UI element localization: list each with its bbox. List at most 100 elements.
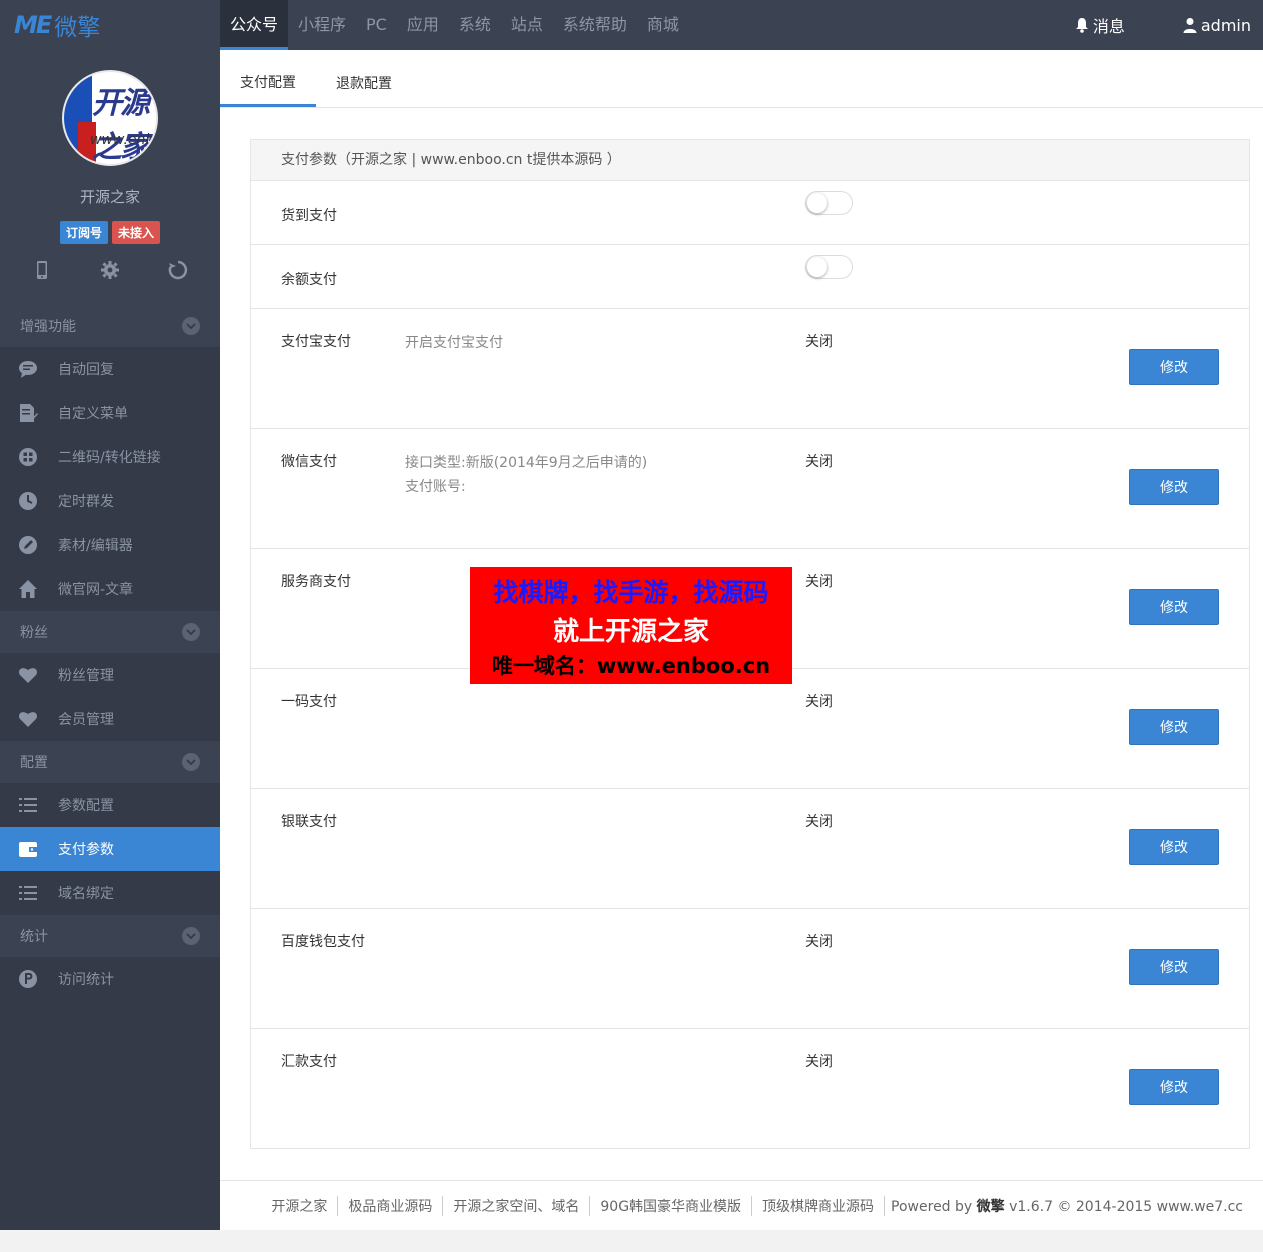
menu-group-title: 配置: [20, 755, 48, 771]
sidebar-item-qrcode[interactable]: 二维码/转化链接: [0, 435, 220, 479]
payment-desc: 开启支付宝支付: [405, 331, 503, 355]
badge-account-type: 订阅号: [59, 221, 108, 244]
chevron-down-icon: [182, 623, 200, 641]
chevron-down-icon: [182, 927, 200, 945]
menu-group-stats[interactable]: 统计: [0, 915, 220, 957]
sidebar-item-materials[interactable]: 素材/编辑器: [0, 523, 220, 567]
balance-toggle[interactable]: [805, 255, 853, 279]
payment-row-balance: 余额支付: [251, 245, 1249, 309]
footer-link[interactable]: 极品商业源码: [338, 1195, 444, 1216]
sidebar-item-label: 素材/编辑器: [58, 538, 133, 554]
menu-group-config[interactable]: 配置: [0, 741, 220, 783]
payment-row-alipay: 支付宝支付 开启支付宝支付 关闭 修改: [251, 309, 1249, 429]
avatar-text: 开源之家: [92, 86, 150, 165]
payment-row-unionpay: 银联支付 关闭 修改: [251, 789, 1249, 909]
user-icon: [1183, 18, 1197, 33]
tab-payment-config[interactable]: 支付配置: [220, 49, 316, 107]
logo-text: 微擎: [54, 15, 101, 41]
sidebar-item-member-manage[interactable]: 会员管理: [0, 697, 220, 741]
ad-banner[interactable]: 找棋牌，找手游，找源码 就上开源之家 唯一域名：www.enboo.cn: [470, 567, 792, 684]
edit-onecode-button[interactable]: 修改: [1129, 709, 1219, 745]
nav-help[interactable]: 系统帮助: [553, 0, 637, 50]
menu-group-title: 增强功能: [20, 319, 76, 335]
payment-row-wechat: 微信支付 接口类型:新版(2014年9月之后申请的) 支付账号: 关闭 修改: [251, 429, 1249, 549]
edit-doc-icon: [20, 404, 38, 422]
menu-group-enhance[interactable]: 增强功能: [0, 305, 220, 347]
messages-link[interactable]: 消息: [1075, 13, 1125, 37]
stats-icon: [19, 970, 37, 988]
sidebar-item-visit-stats[interactable]: 访问统计: [0, 957, 220, 1001]
sidebar-item-microsite[interactable]: 微官网-文章: [0, 567, 220, 611]
nav-apps[interactable]: 应用: [397, 0, 449, 50]
chevron-down-icon: [182, 753, 200, 771]
payment-label: 货到支付: [281, 208, 337, 224]
payment-status: 关闭: [805, 694, 833, 710]
list-icon: [19, 886, 37, 900]
edit-baidu-button[interactable]: 修改: [1129, 949, 1219, 985]
pencil-icon: [19, 536, 37, 554]
home-icon: [19, 580, 37, 598]
footer-link[interactable]: 90G韩国豪华商业模版: [590, 1195, 753, 1216]
sidebar: 开源之家 www.enboo 开源之家 订阅号 未接入 增强功能 自动回复 自定…: [0, 50, 220, 1230]
toggle-knob: [807, 257, 827, 277]
footer-link[interactable]: 开源之家空间、域名: [443, 1195, 591, 1216]
refresh-icon[interactable]: [168, 260, 188, 280]
logo[interactable]: ME 微擎: [0, 0, 220, 50]
sidebar-item-label: 微官网-文章: [58, 582, 134, 598]
mobile-icon[interactable]: [32, 260, 52, 280]
sidebar-item-payment[interactable]: 支付参数: [0, 827, 220, 871]
footer-link[interactable]: 顶级棋牌商业源码: [752, 1195, 886, 1216]
account-badges: 订阅号 未接入: [0, 221, 220, 244]
clock-icon: [19, 492, 37, 510]
payment-label: 支付宝支付: [281, 334, 351, 350]
edit-alipay-button[interactable]: 修改: [1129, 349, 1219, 385]
qrcode-icon: [19, 448, 37, 466]
top-right: 消息 admin: [1075, 0, 1263, 50]
nav-miniprogram[interactable]: 小程序: [288, 0, 356, 50]
edit-provider-button[interactable]: 修改: [1129, 589, 1219, 625]
sidebar-item-auto-reply[interactable]: 自动回复: [0, 347, 220, 391]
menu-group-fans[interactable]: 粉丝: [0, 611, 220, 653]
sidebar-item-domain[interactable]: 域名绑定: [0, 871, 220, 915]
sidebar-item-scheduled-send[interactable]: 定时群发: [0, 479, 220, 523]
sidebar-item-fans-manage[interactable]: 粉丝管理: [0, 653, 220, 697]
badge-access-status: 未接入: [112, 221, 161, 244]
edit-remittance-button[interactable]: 修改: [1129, 1069, 1219, 1105]
top-bar: ME 微擎 公众号 小程序 PC 应用 系统 站点 系统帮助 商城 消息 adm…: [0, 0, 1263, 50]
top-nav: 公众号 小程序 PC 应用 系统 站点 系统帮助 商城: [220, 0, 689, 50]
payment-row-remittance: 汇款支付 关闭 修改: [251, 1029, 1249, 1149]
payment-label: 百度钱包支付: [281, 934, 365, 950]
list-icon: [19, 798, 37, 812]
user-name: admin: [1200, 15, 1251, 35]
sidebar-item-label: 参数配置: [58, 798, 114, 814]
user-menu[interactable]: admin: [1183, 16, 1251, 35]
nav-site[interactable]: 站点: [501, 0, 553, 50]
cod-toggle[interactable]: [805, 191, 853, 215]
payment-label: 微信支付: [281, 454, 337, 470]
nav-system[interactable]: 系统: [449, 0, 501, 50]
heart-icon: [18, 712, 38, 727]
heart-icon: [18, 668, 38, 683]
sidebar-item-label: 会员管理: [58, 712, 114, 728]
payment-row-cod: 货到支付: [251, 181, 1249, 245]
sidebar-item-label: 支付参数: [58, 842, 114, 858]
gear-icon[interactable]: [100, 260, 120, 280]
nav-store[interactable]: 商城: [637, 0, 689, 50]
sidebar-item-custom-menu[interactable]: 自定义菜单: [0, 391, 220, 435]
sidebar-item-label: 域名绑定: [58, 886, 114, 902]
edit-unionpay-button[interactable]: 修改: [1129, 829, 1219, 865]
avatar-url-text: www.enboo: [90, 132, 156, 148]
nav-gongzhonghao[interactable]: 公众号: [220, 0, 289, 50]
toggle-knob: [807, 193, 827, 213]
footer-link[interactable]: 开源之家: [261, 1195, 339, 1216]
edit-wechat-button[interactable]: 修改: [1129, 469, 1219, 505]
nav-pc[interactable]: PC: [356, 0, 397, 50]
footer: 开源之家 极品商业源码 开源之家空间、域名 90G韩国豪华商业模版 顶级棋牌商业…: [220, 1180, 1263, 1230]
sidebar-item-params[interactable]: 参数配置: [0, 783, 220, 827]
powered-brand[interactable]: 微擎: [977, 1199, 1005, 1215]
avatar[interactable]: 开源之家 www.enboo: [62, 70, 158, 166]
ad-line-2: 就上开源之家: [552, 617, 709, 647]
tab-refund-config[interactable]: 退款配置: [316, 49, 412, 107]
payment-desc-line: 开启支付宝支付: [405, 335, 503, 351]
payment-status: 关闭: [805, 334, 833, 350]
